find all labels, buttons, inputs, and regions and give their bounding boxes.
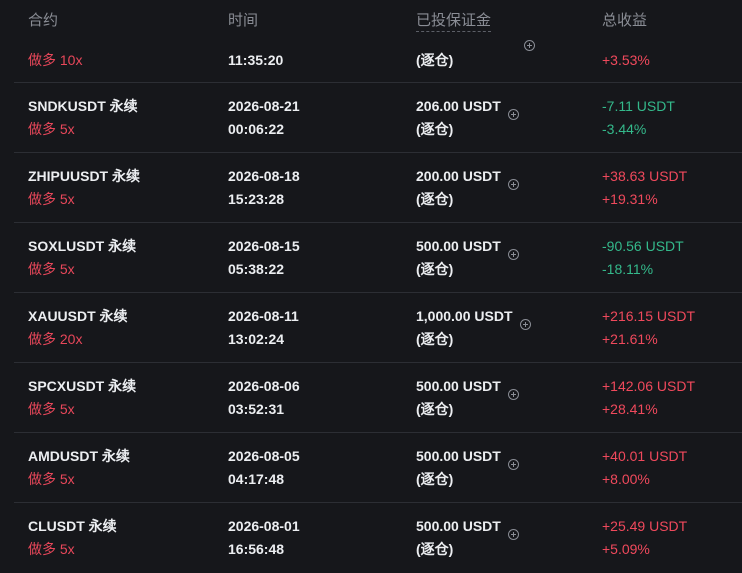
margin-mode: (逐仓) bbox=[416, 471, 454, 487]
pnl-percent: -3.44% bbox=[602, 121, 647, 137]
date-value: 2026-08-06 bbox=[228, 378, 300, 394]
plus-circle-icon[interactable] bbox=[508, 109, 519, 120]
margin-amount: 500.00 USDT bbox=[416, 238, 501, 254]
pnl-percent: +8.00% bbox=[602, 471, 650, 487]
margin-amount: 500.00 USDT bbox=[416, 448, 501, 464]
table-row[interactable]: AMDUSDT 永续 做多 5x 2026-08-05 04:17:48 500.00 … bbox=[0, 433, 742, 503]
pnl-amount: +38.63 USDT bbox=[602, 168, 688, 184]
time-value: 05:38:22 bbox=[228, 261, 285, 277]
header-margin[interactable]: 已投保证金 bbox=[416, 12, 492, 32]
symbol-label: AMDUSDT 永续 bbox=[28, 448, 130, 464]
margin-amount: 206.00 USDT bbox=[416, 98, 501, 114]
table-header: 合约 时间 已投保证金 总收益 bbox=[0, 0, 742, 40]
pnl-amount: +25.49 USDT bbox=[602, 518, 688, 534]
table-row[interactable]: SNDKUSDT 永续 做多 5x 2026-08-21 00:06:22 206.00… bbox=[0, 83, 742, 153]
pnl-percent: +19.31% bbox=[602, 191, 658, 207]
plus-circle-icon[interactable] bbox=[524, 40, 535, 51]
margin-mode: (逐仓) bbox=[416, 331, 454, 347]
pnl-percent: +21.61% bbox=[602, 331, 658, 347]
margin-mode: (逐仓) bbox=[416, 191, 454, 207]
time-value: 04:17:48 bbox=[228, 471, 285, 487]
table-row[interactable]: XAUUSDT 永续 做多 20x 2026-08-11 13:02:24 1,000.… bbox=[0, 293, 742, 363]
time-value: 13:02:24 bbox=[228, 331, 285, 347]
date-value: 2026-08-21 bbox=[228, 98, 300, 114]
time-value: 00:06:22 bbox=[228, 121, 285, 137]
leverage-label: 做多 5x bbox=[28, 121, 75, 137]
leverage-label: 做多 20x bbox=[28, 331, 83, 347]
plus-circle-icon[interactable] bbox=[508, 389, 519, 400]
symbol-label: SNDKUSDT 永续 bbox=[28, 98, 138, 114]
table-row[interactable]: ZHIPUUSDT 永续 做多 5x 2026-08-18 15:23:28 200.0… bbox=[0, 153, 742, 223]
symbol-label: XAUUSDT 永续 bbox=[28, 308, 128, 324]
margin-amount: 500.00 USDT bbox=[416, 518, 501, 534]
header-contract: 合约 bbox=[28, 12, 59, 29]
pnl-percent: +3.53% bbox=[602, 52, 650, 68]
time-value: 16:56:48 bbox=[228, 541, 285, 557]
symbol-label: CLUSDT 永续 bbox=[28, 518, 117, 534]
margin-amount: 1,000.00 USDT bbox=[416, 308, 513, 324]
pnl-amount: +216.15 USDT bbox=[602, 308, 695, 324]
leverage-label: 做多 5x bbox=[28, 261, 75, 277]
margin-mode: (逐仓) bbox=[416, 401, 454, 417]
positions-list: 做多 10x 11:35:20 (逐仓) +3.53% SNDKUSDT 永续做… bbox=[0, 0, 742, 573]
plus-circle-icon[interactable] bbox=[520, 319, 531, 330]
plus-circle-icon[interactable] bbox=[508, 529, 519, 540]
table-row[interactable]: SOXLUSDT 永续 做多 5x 2026-08-15 05:38:22 500.00… bbox=[0, 223, 742, 293]
time-value: 15:23:28 bbox=[228, 191, 285, 207]
leverage-label: 做多 5x bbox=[28, 541, 75, 557]
leverage-label: 做多 5x bbox=[28, 191, 75, 207]
time-value: 03:52:31 bbox=[228, 401, 285, 417]
header-pnl: 总收益 bbox=[602, 12, 648, 29]
margin-mode: (逐仓) bbox=[416, 121, 454, 137]
table-row[interactable]: SPCXUSDT 永续 做多 5x 2026-08-06 03:52:31 500.00… bbox=[0, 363, 742, 433]
date-value: 2026-08-15 bbox=[228, 238, 300, 254]
pnl-percent: +28.41% bbox=[602, 401, 658, 417]
margin-amount: 500.00 USDT bbox=[416, 378, 501, 394]
margin-mode: (逐仓) bbox=[416, 541, 454, 557]
symbol-label: ZHIPUUSDT 永续 bbox=[28, 168, 140, 184]
date-value: 2026-08-18 bbox=[228, 168, 300, 184]
plus-circle-icon[interactable] bbox=[508, 459, 519, 470]
margin-mode: (逐仓) bbox=[416, 261, 454, 277]
time-value: 11:35:20 bbox=[228, 52, 284, 68]
symbol-label: SOXLUSDT 永续 bbox=[28, 238, 137, 254]
pnl-amount: -90.56 USDT bbox=[602, 238, 684, 254]
pnl-percent: +5.09% bbox=[602, 541, 650, 557]
pnl-percent: -18.11% bbox=[602, 261, 654, 277]
date-value: 2026-08-05 bbox=[228, 448, 300, 464]
date-value: 2026-08-01 bbox=[228, 518, 300, 534]
leverage-label: 做多 10x bbox=[28, 52, 83, 68]
margin-mode: (逐仓) bbox=[416, 52, 454, 68]
plus-circle-icon[interactable] bbox=[508, 249, 519, 260]
plus-circle-icon[interactable] bbox=[508, 179, 519, 190]
leverage-label: 做多 5x bbox=[28, 401, 75, 417]
date-value: 2026-08-11 bbox=[228, 308, 299, 324]
leverage-label: 做多 5x bbox=[28, 471, 75, 487]
symbol-label: SPCXUSDT 永续 bbox=[28, 378, 137, 394]
pnl-amount: -7.11 USDT bbox=[602, 98, 675, 114]
margin-amount: 200.00 USDT bbox=[416, 168, 501, 184]
pnl-amount: +142.06 USDT bbox=[602, 378, 695, 394]
header-time: 时间 bbox=[228, 12, 259, 29]
table-row[interactable]: CLUSDT 永续 做多 5x 2026-08-01 16:56:48 500.00 U… bbox=[0, 503, 742, 573]
pnl-amount: +40.01 USDT bbox=[602, 448, 688, 464]
